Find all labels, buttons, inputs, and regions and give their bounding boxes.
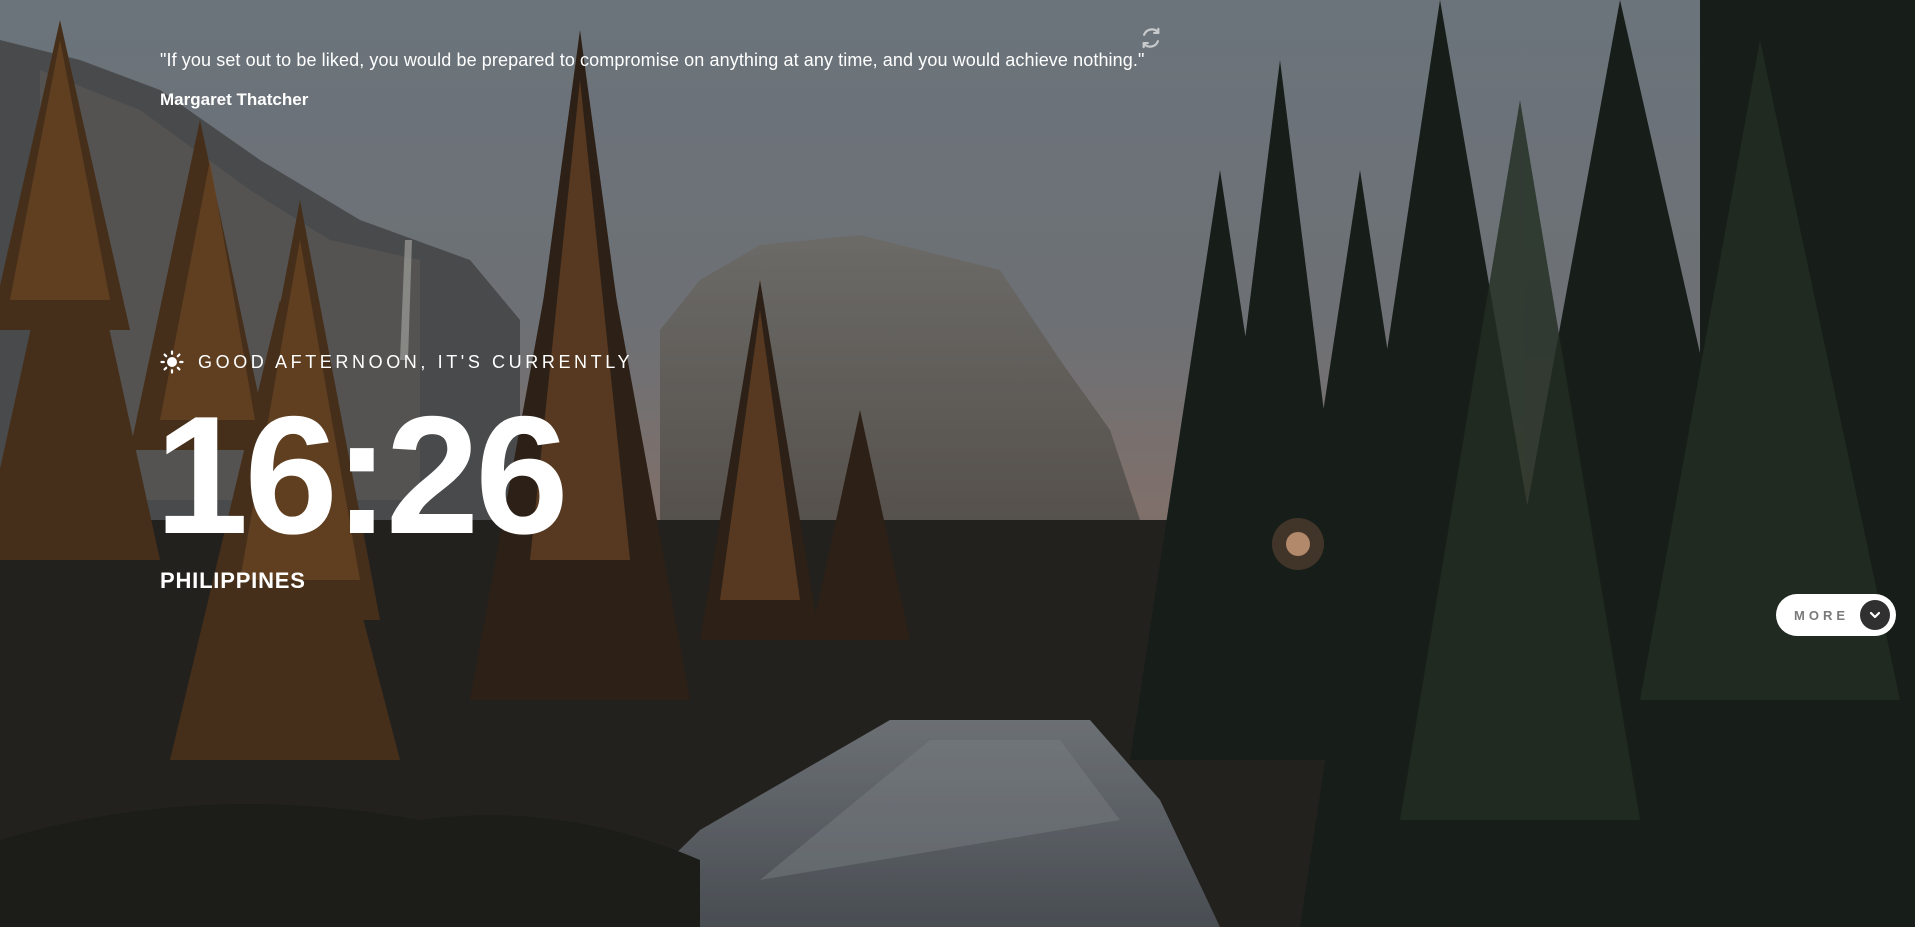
quote-block: "If you set out to be liked, you would b… (160, 48, 1160, 110)
quote-author: Margaret Thatcher (160, 90, 309, 109)
location-label: PHILIPPINES (160, 568, 306, 593)
greeting-text: GOOD AFTERNOON, IT'S CURRENTLY (198, 351, 634, 372)
chevron-down-icon (1869, 611, 1881, 619)
sun-icon (160, 350, 184, 374)
refresh-icon (1142, 27, 1160, 49)
clock-time: 16:26 (155, 381, 569, 569)
greeting-row: GOOD AFTERNOON, IT'S CURRENTLY (160, 350, 633, 374)
more-arrow-circle (1860, 600, 1890, 630)
refresh-quote-button[interactable] (1140, 27, 1162, 49)
more-button-label: MORE (1794, 607, 1849, 623)
clock-app: "If you set out to be liked, you would b… (0, 0, 1915, 927)
quote-text: "If you set out to be liked, you would b… (160, 50, 1145, 70)
more-button[interactable]: MORE (1776, 594, 1896, 636)
